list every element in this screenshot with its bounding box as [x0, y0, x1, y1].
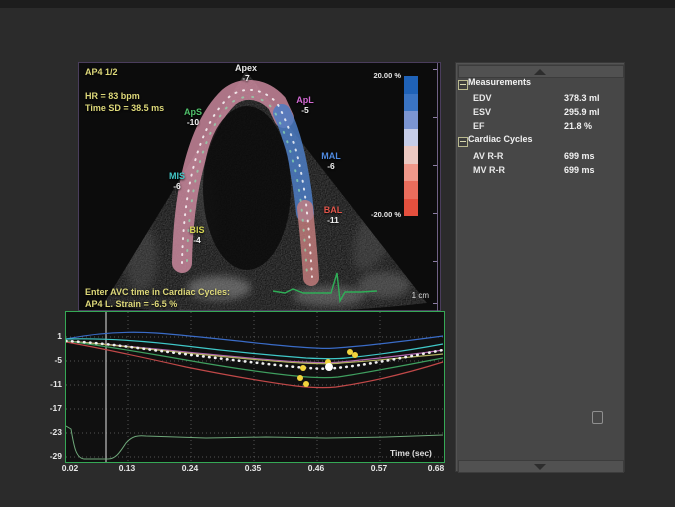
view-label: AP4 1/2	[85, 67, 118, 77]
x-tick-label: 0.13	[107, 463, 147, 473]
colorbar-segment	[404, 76, 418, 94]
heart-rate-label: HR = 83 bpm	[85, 91, 140, 101]
segment-label-mal: MAL -6	[311, 151, 351, 171]
colorbar-segment	[404, 94, 418, 112]
row-value-av-rr: 699 ms	[564, 151, 595, 161]
chart-ecg-trace	[66, 426, 443, 459]
top-strip	[0, 0, 675, 8]
colorbar-segment	[404, 181, 418, 199]
colorbar-segment	[404, 199, 418, 217]
scroll-down-button[interactable]	[458, 460, 624, 473]
section-title-measurements: Measurements	[468, 77, 531, 87]
y-tick-label: -5	[34, 355, 62, 365]
depth-scale-label: 1 cm	[385, 291, 429, 300]
row-label-esv: ESV	[473, 107, 491, 117]
lv-cavity	[203, 106, 291, 270]
row-value-mv-rr: 699 ms	[564, 165, 595, 175]
colorbar-segment	[404, 146, 418, 164]
collapse-icon[interactable]	[458, 80, 468, 90]
segment-label-bal: BAL -11	[313, 205, 353, 225]
strain-result: AP4 L. Strain = -6.5 %	[85, 299, 177, 309]
colorbar-min-label: -20.00 %	[353, 210, 401, 219]
segment-label-apl: ApL -5	[287, 95, 323, 115]
x-axis-title: Time (sec)	[390, 448, 432, 458]
chart-gridlines	[66, 312, 444, 462]
panel-corner-icon[interactable]	[592, 411, 603, 424]
row-value-esv: 295.9 ml	[564, 107, 600, 117]
x-tick-label: 0.35	[233, 463, 273, 473]
scroll-down-icon	[534, 464, 546, 470]
row-label-ef: EF	[473, 121, 485, 131]
strain-colorbar	[404, 76, 418, 216]
x-tick-label: 0.68	[416, 463, 456, 473]
colorbar-max-label: 20.00 %	[353, 71, 401, 80]
y-tick-label: -11	[34, 379, 62, 389]
row-value-ef: 21.8 %	[564, 121, 592, 131]
row-label-av-rr: AV R-R	[473, 151, 503, 161]
application-window: AP4 1/2 HR = 83 bpm Time SD = 38.5 ms En…	[0, 0, 675, 507]
x-tick-label: 0.24	[170, 463, 210, 473]
time-sd-label: Time SD = 38.5 ms	[85, 103, 164, 113]
colorbar-segment	[404, 129, 418, 147]
segment-label-apex: Apex -7	[224, 63, 268, 83]
row-value-edv: 378.3 ml	[564, 93, 600, 103]
x-tick-label: 0.46	[296, 463, 336, 473]
y-tick-label: 1	[34, 331, 62, 341]
global-peak-marker	[325, 363, 333, 371]
strain-chart[interactable]	[65, 311, 445, 463]
row-label-mv-rr: MV R-R	[473, 165, 505, 175]
avc-prompt: Enter AVC time in Cardiac Cycles:	[85, 287, 230, 297]
section-title-cardiac-cycles: Cardiac Cycles	[468, 134, 533, 144]
colorbar-segment	[404, 111, 418, 129]
scroll-up-icon	[534, 69, 546, 75]
row-label-edv: EDV	[473, 93, 492, 103]
y-tick-label: -29	[34, 451, 62, 461]
segment-label-aps: ApS -10	[175, 107, 211, 127]
y-tick-label: -17	[34, 403, 62, 413]
x-tick-label: 0.02	[50, 463, 90, 473]
x-tick-label: 0.57	[359, 463, 399, 473]
segment-label-bis: BIS -4	[179, 225, 215, 245]
segment-label-mis: MIS -6	[159, 171, 195, 191]
ultrasound-image-panel[interactable]: AP4 1/2 HR = 83 bpm Time SD = 38.5 ms En…	[78, 62, 441, 311]
y-tick-label: -23	[34, 427, 62, 437]
colorbar-segment	[404, 164, 418, 182]
collapse-icon[interactable]	[458, 137, 468, 147]
measurements-panel: Measurements EDV 378.3 ml ESV 295.9 ml E…	[455, 62, 625, 472]
depth-ruler	[437, 63, 438, 312]
strain-chart-svg	[66, 312, 444, 462]
